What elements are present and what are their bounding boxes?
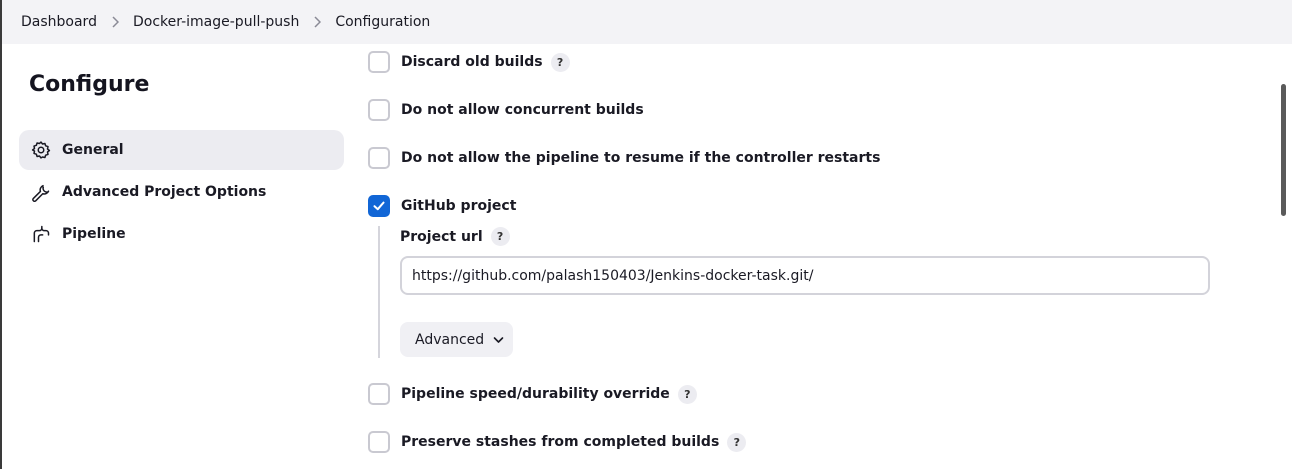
sidebar-item-label: Advanced Project Options [62,184,267,200]
breadcrumb-job[interactable]: Docker-image-pull-push [133,14,299,30]
option-label[interactable]: Discard old builds [401,54,543,70]
no-resume-checkbox[interactable] [368,147,390,169]
sidebar: Configure General Advanced Project Optio… [0,44,356,469]
help-icon[interactable]: ? [727,432,747,452]
help-icon[interactable]: ? [550,52,570,72]
scrollbar[interactable] [1276,44,1292,469]
advanced-button[interactable]: Advanced [400,322,513,357]
no-concurrent-builds-checkbox[interactable] [368,99,390,121]
option-label[interactable]: Do not allow concurrent builds [401,102,644,118]
breadcrumb: Dashboard Docker-image-pull-push Configu… [0,0,1292,44]
sidebar-item-general[interactable]: General [19,130,344,170]
project-url-label: Project url [400,228,483,245]
pipeline-icon [30,223,52,245]
scrollbar-thumb[interactable] [1281,84,1286,216]
option-pipeline-speed: Pipeline speed/durability override ? [368,382,697,406]
wrench-icon [30,181,52,203]
help-icon[interactable]: ? [677,384,697,404]
help-icon[interactable]: ? [490,227,510,246]
page-title: Configure [29,72,150,97]
sidebar-item-pipeline[interactable]: Pipeline [19,214,344,254]
option-github-project: GitHub project [368,194,516,218]
main-content: Discard old builds ? Do not allow concur… [356,44,1276,469]
option-no-resume: Do not allow the pipeline to resume if t… [368,146,880,170]
option-label[interactable]: Do not allow the pipeline to resume if t… [401,150,880,166]
preserve-stashes-checkbox[interactable] [368,431,390,453]
advanced-button-label: Advanced [415,331,485,348]
option-preserve-stashes: Preserve stashes from completed builds ? [368,430,747,454]
option-label[interactable]: Preserve stashes from completed builds [401,434,719,450]
project-url-label-row: Project url ? [400,227,510,246]
option-discard-old-builds: Discard old builds ? [368,50,570,74]
option-label[interactable]: GitHub project [401,198,516,214]
gear-icon [30,139,52,161]
sidebar-item-label: General [62,142,124,158]
nested-section-divider [378,226,380,358]
github-project-checkbox[interactable] [368,195,390,217]
breadcrumb-configuration[interactable]: Configuration [335,14,430,30]
option-no-concurrent-builds: Do not allow concurrent builds [368,98,644,122]
chevron-right-icon [111,16,119,28]
sidebar-item-advanced-project-options[interactable]: Advanced Project Options [19,172,344,212]
option-label[interactable]: Pipeline speed/durability override [401,386,670,402]
checkmark-icon [373,201,385,211]
sidebar-item-label: Pipeline [62,226,126,242]
chevron-right-icon [313,16,322,28]
project-url-input[interactable] [400,256,1210,295]
chevron-down-icon [493,336,504,344]
pipeline-speed-checkbox[interactable] [368,383,390,405]
discard-old-builds-checkbox[interactable] [368,51,390,73]
breadcrumb-dashboard[interactable]: Dashboard [21,14,97,30]
